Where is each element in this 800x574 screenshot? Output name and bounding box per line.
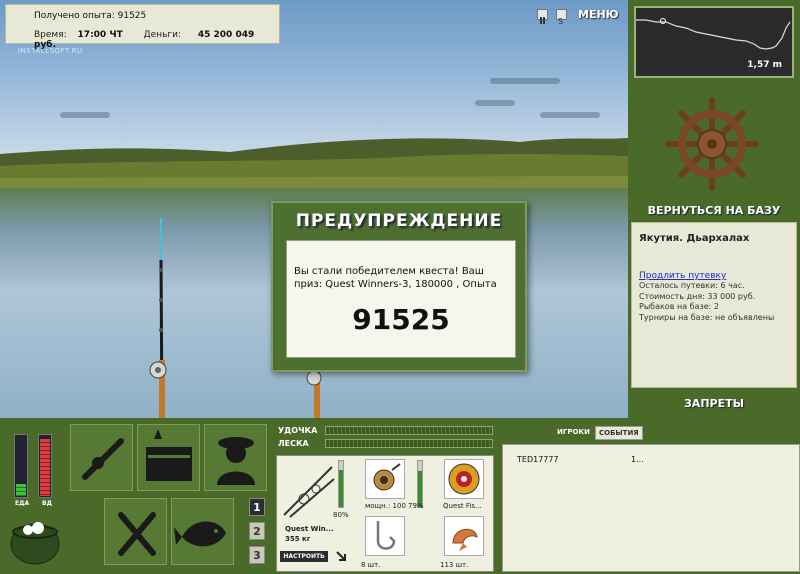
tackle-panel: 80% Quest Win... 355 кг НАСТРОИТЬ мощн.:… xyxy=(276,455,494,572)
time-value: 17:00 ЧТ xyxy=(77,30,123,40)
setup-button[interactable]: НАСТРОИТЬ xyxy=(280,551,328,562)
shrimp-bait-icon xyxy=(452,528,478,551)
tournaments-info: Турниры на базе: не объявлены xyxy=(639,312,775,322)
hook-icon xyxy=(376,521,396,550)
forest-hills xyxy=(0,138,628,192)
rod-weight: 355 кг xyxy=(285,535,311,543)
location-panel: Якутия. Дьархалах Продлить путевку Остал… xyxy=(631,222,797,388)
money-label: Деньги: xyxy=(143,30,181,40)
drink-label: ВД xyxy=(42,500,52,507)
player-value: 1... xyxy=(631,455,644,464)
tab-events[interactable]: СОБЫТИЯ xyxy=(595,426,643,440)
rod-reel-icon xyxy=(82,438,124,480)
inventory-tile[interactable] xyxy=(137,424,200,491)
reel-condition-bar xyxy=(417,460,423,508)
experience-label: Получено опыта: xyxy=(34,11,115,21)
line-tension-bar xyxy=(325,439,493,448)
rod-slot[interactable] xyxy=(280,459,336,523)
food-tile[interactable] xyxy=(104,498,167,565)
food-meter xyxy=(14,434,28,498)
rod-condition-bar xyxy=(338,460,344,508)
fish-icon xyxy=(174,521,226,547)
drink-meter xyxy=(38,434,52,498)
reel-slot[interactable] xyxy=(365,459,405,499)
back-to-base-button[interactable]: ВЕРНУТЬСЯ НА БАЗУ xyxy=(630,204,798,217)
rod-percent: 80% xyxy=(333,511,349,519)
sound-icon[interactable]: S xyxy=(556,9,567,26)
line-name: Quest Fis... xyxy=(443,502,482,510)
rod-tension-bar xyxy=(325,426,493,435)
cauldron-icon[interactable] xyxy=(8,512,62,570)
hook-slot[interactable] xyxy=(365,516,405,556)
character-tile[interactable] xyxy=(204,424,267,491)
fishing-rod[interactable] xyxy=(300,364,330,420)
cloud xyxy=(475,100,515,106)
day-cost: Стоимость дня: 33 000 руб. xyxy=(639,291,756,301)
bait-count: 113 шт. xyxy=(440,561,469,569)
depth-value: 1,57 m xyxy=(747,60,782,70)
warning-dialog: ПРЕДУПРЕЖДЕНИЕ Вы стали победителем квес… xyxy=(271,201,527,372)
food-label: ЕДА xyxy=(15,500,30,507)
rod-tension-label: УДОЧКА xyxy=(278,426,318,435)
menu-button[interactable]: МЕНЮ xyxy=(578,8,619,21)
dialog-title: ПРЕДУПРЕЖДЕНИЕ xyxy=(295,211,503,231)
anglers-count: Рыбаков на базе: 2 xyxy=(639,302,719,311)
arrow-down-right-icon[interactable] xyxy=(335,550,347,562)
cloud xyxy=(490,78,560,84)
pause-icon[interactable] xyxy=(537,9,548,24)
food-meter-fill xyxy=(16,484,26,496)
dialog-message: Вы стали победителем квеста! Ваш приз: Q… xyxy=(294,266,497,290)
reel-percent: 79% xyxy=(408,502,424,510)
line-tension-label: ЛЕСКА xyxy=(278,439,309,448)
reel-icon xyxy=(373,463,401,491)
rod-icon xyxy=(283,466,335,518)
player-name: TED17777 xyxy=(517,455,559,464)
dialog-body: Вы стали победителем квеста! Ваш приз: Q… xyxy=(286,240,516,358)
depth-map: 1,57 m xyxy=(634,6,794,78)
bans-button[interactable]: ЗАПРЕТЫ xyxy=(630,397,798,410)
rod-condition-fill xyxy=(339,470,343,507)
tab-players[interactable]: ИГРОКИ xyxy=(554,426,593,438)
slot-button-2[interactable]: 2 xyxy=(249,522,265,540)
catch-tile[interactable] xyxy=(171,498,234,565)
ship-wheel-icon[interactable] xyxy=(664,96,760,192)
fork-knife-icon xyxy=(118,512,156,556)
tackle-tile[interactable] xyxy=(70,424,133,491)
cloud xyxy=(60,112,110,118)
permit-remaining: Осталось путевки: 6 час. xyxy=(639,281,745,290)
dialog-experience-number: 91525 xyxy=(352,303,450,336)
reel-power: мощн.: 100 xyxy=(365,502,406,510)
bait-slot[interactable] xyxy=(444,516,484,556)
drink-meter-fill xyxy=(40,439,50,496)
line-slot[interactable] xyxy=(444,459,484,499)
players-list: TED17777 1... xyxy=(502,444,800,572)
line-spool-icon xyxy=(448,463,480,495)
cloud xyxy=(540,112,600,118)
hook-count: 8 шт. xyxy=(361,561,381,569)
slot-button-3[interactable]: 3 xyxy=(249,546,265,564)
player-info-panel: Получено опыта: 91525 Время: 17:00 ЧТ Де… xyxy=(5,4,280,50)
experience-value: 91525 xyxy=(117,11,147,21)
fisherman-icon xyxy=(217,437,255,485)
location-title: Якутия. Дьархалах xyxy=(639,233,750,244)
svg-text:S: S xyxy=(558,17,563,25)
players-panel: ИГРОКИ СОБЫТИЯ TED17777 1... xyxy=(502,418,800,574)
time-label: Время: xyxy=(34,30,67,40)
slot-button-1[interactable]: 1 xyxy=(249,498,265,516)
extend-permit-link[interactable]: Продлить путевку xyxy=(639,271,789,281)
tackle-box-icon xyxy=(146,429,192,481)
fishing-rod[interactable] xyxy=(140,210,180,420)
rod-name: Quest Win... xyxy=(285,525,334,533)
